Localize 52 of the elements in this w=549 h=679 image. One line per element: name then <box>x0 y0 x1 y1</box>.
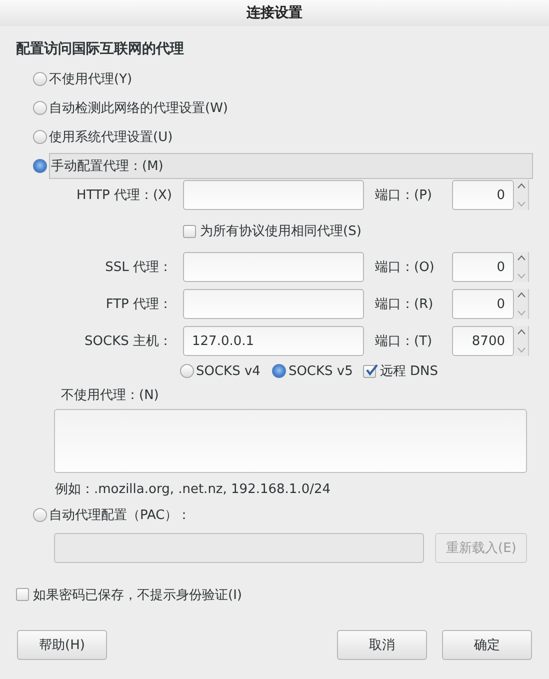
chevron-up-icon[interactable] <box>517 183 526 189</box>
field-label: SSL 代理： <box>104 259 173 276</box>
field-label: 不使用代理：(N) <box>61 387 159 404</box>
chevron-down-icon[interactable] <box>517 273 526 279</box>
port-field[interactable]: 0 <box>452 289 514 319</box>
chevron-down-icon[interactable] <box>517 201 526 207</box>
host-field[interactable] <box>183 289 364 319</box>
port-label: 端口：(O) <box>374 259 436 276</box>
port-field[interactable]: 0 <box>452 180 514 210</box>
section-heading: 配置访问国际互联网的代理 <box>16 40 184 58</box>
field-label: SOCKS 主机： <box>84 333 173 350</box>
option-label[interactable]: 手动配置代理：(M) <box>51 156 164 174</box>
help-button[interactable]: 帮助(H) <box>17 630 107 660</box>
cancel-button[interactable]: 取消 <box>337 630 427 660</box>
option-label[interactable]: SOCKS v4 <box>196 364 260 378</box>
host-field[interactable] <box>183 180 364 210</box>
port-field[interactable]: 0 <box>452 252 514 282</box>
radio-button[interactable] <box>33 158 47 172</box>
checkbox[interactable] <box>183 224 196 238</box>
field-label: FTP 代理： <box>104 296 173 313</box>
chevron-down-icon[interactable] <box>517 310 526 316</box>
chevron-down-icon[interactable] <box>517 347 526 353</box>
port-label: 端口：(T) <box>374 333 434 350</box>
option-label[interactable]: 使用系统代理设置(U) <box>49 128 173 146</box>
checkbox[interactable] <box>16 588 29 601</box>
radio-button[interactable] <box>180 364 194 378</box>
radio-button[interactable] <box>272 364 286 378</box>
port-label: 端口：(P) <box>374 187 433 204</box>
port-field[interactable]: 8700 <box>452 326 514 356</box>
port-label: 端口：(R) <box>374 296 434 313</box>
chevron-up-icon[interactable] <box>517 329 526 335</box>
option-label[interactable]: 自动代理配置（PAC）： <box>49 506 191 524</box>
exceptions-field[interactable] <box>54 409 527 473</box>
chevron-up-icon[interactable] <box>517 292 526 298</box>
option-label[interactable]: 自动检测此网络的代理设置(W) <box>49 98 228 116</box>
radio-button[interactable] <box>33 72 47 86</box>
radio-button[interactable] <box>33 100 47 114</box>
host-field[interactable]: 127.0.0.1 <box>183 326 364 356</box>
checkbox-label[interactable]: 如果密码已保存，不提示身份验证(I) <box>33 586 242 604</box>
host-field[interactable] <box>183 252 364 282</box>
field-label: HTTP 代理：(X) <box>76 187 173 204</box>
ok-button[interactable]: 确定 <box>442 630 532 660</box>
checkbox[interactable] <box>362 364 376 378</box>
checkbox-label[interactable]: 为所有协议使用相同代理(S) <box>200 222 362 240</box>
option-label[interactable]: SOCKS v5 <box>288 364 353 378</box>
checkbox-label[interactable]: 远程 DNS <box>380 362 438 380</box>
hint-text: 例如：.mozilla.org, .net.nz, 192.168.1.0/24 <box>55 481 331 498</box>
radio-button[interactable] <box>33 130 47 144</box>
chevron-up-icon[interactable] <box>517 255 526 261</box>
window-title: 连接设置 <box>246 4 302 22</box>
radio-button[interactable] <box>33 508 47 522</box>
option-label[interactable]: 不使用代理(Y) <box>49 70 132 88</box>
